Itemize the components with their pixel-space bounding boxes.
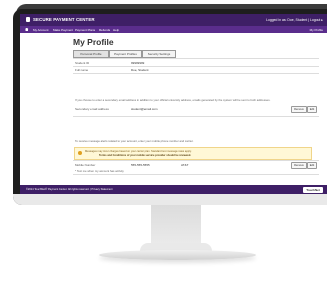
- edit-mobile-button[interactable]: Edit: [307, 162, 317, 169]
- monitor-stand-base: [99, 250, 256, 260]
- full-name-label: Full name: [75, 68, 89, 72]
- full-name-value: Doe, Student: [131, 68, 149, 72]
- touchnet-badge[interactable]: TouchNet: [303, 186, 323, 193]
- user-links[interactable]: Logged in as: Doe, Student | Logout ▸: [266, 18, 323, 22]
- lock-icon: [26, 17, 30, 22]
- nav-item-make-payment[interactable]: Make Payment: [53, 28, 73, 32]
- remove-email-button[interactable]: Remove: [291, 106, 307, 113]
- monitor-screen: SECURE PAYMENT CENTER Logged in as: Doe,…: [20, 14, 327, 194]
- secondary-email-value: student@email.com: [131, 107, 158, 111]
- sms-footnote: * Text me when my account has activity: [75, 169, 124, 173]
- tab-payment-profiles[interactable]: Payment Profiles: [109, 50, 142, 58]
- nav-item-my-profile[interactable]: My Profile: [310, 28, 323, 32]
- footer-bar: ©2014 TouchNet® Payment Center. All righ…: [20, 185, 327, 194]
- secondary-email-label: Secondary email address: [75, 107, 109, 111]
- main-content: My Profile Personal Profile Payment Prof…: [61, 33, 323, 185]
- header-bar: SECURE PAYMENT CENTER Logged in as: Doe,…: [20, 14, 327, 26]
- student-id-value: 99999999: [131, 61, 145, 65]
- footer-text: ©2014 TouchNet® Payment Center. All righ…: [26, 188, 113, 191]
- tab-personal-profile[interactable]: Personal Profile: [73, 50, 109, 58]
- remove-mobile-button[interactable]: Remove: [291, 162, 307, 169]
- student-id-label: Student ID: [75, 61, 90, 65]
- mobile-number-value: 555-555-5555: [131, 163, 150, 167]
- sms-note: To receive message alerts related to you…: [75, 139, 194, 143]
- page-title: My Profile: [73, 37, 114, 47]
- divider: [73, 66, 319, 67]
- warning-icon: [78, 151, 82, 155]
- nav-item-help[interactable]: Help: [113, 28, 119, 32]
- divider: [73, 73, 319, 74]
- home-icon[interactable]: [25, 27, 29, 32]
- divider: [73, 58, 319, 59]
- nav-item-refunds[interactable]: Refunds: [99, 28, 110, 32]
- sms-warning: Messages may incur charges based on your…: [74, 147, 312, 160]
- edit-email-button[interactable]: Edit: [307, 106, 317, 113]
- nav-item-my-account[interactable]: My Account: [33, 28, 49, 32]
- warning-line-2: Terms and Conditions of your mobile serv…: [99, 153, 192, 157]
- nav-item-payment-plans[interactable]: Payment Plans: [75, 28, 95, 32]
- divider: [73, 174, 319, 175]
- mobile-number-label: Mobile Number: [75, 163, 96, 167]
- carrier-value: AT&T: [181, 163, 189, 167]
- brand-title: SECURE PAYMENT CENTER: [33, 17, 95, 22]
- main-nav: My Account Make Payment Payment Plans Re…: [20, 26, 327, 33]
- monitor-chin: [13, 194, 327, 205]
- email-note: If you choose to enter a secondary email…: [75, 98, 271, 102]
- tab-security-settings[interactable]: Security Settings: [142, 50, 176, 58]
- divider: [73, 116, 319, 117]
- divider: [73, 160, 319, 161]
- warning-line-1: Messages may incur charges based on your…: [85, 149, 192, 153]
